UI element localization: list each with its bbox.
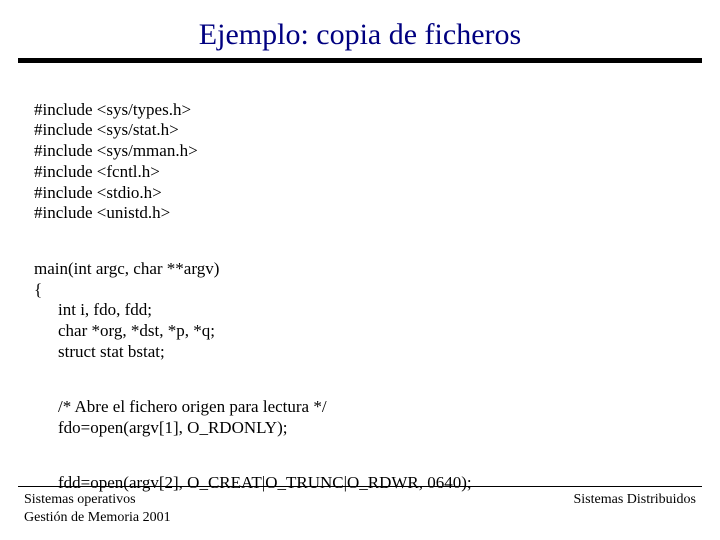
- code-line: struct stat bstat;: [34, 342, 165, 361]
- code-line: {: [34, 280, 42, 299]
- footer-rule: [18, 486, 702, 487]
- main-decl-block: main(int argc, char **argv) { int i, fdo…: [34, 238, 686, 362]
- code-line: int i, fdo, fdd;: [34, 300, 152, 319]
- includes-block: #include <sys/types.h> #include <sys/sta…: [34, 79, 686, 224]
- slide: Ejemplo: copia de ficheros #include <sys…: [0, 0, 720, 540]
- title-rule: [18, 58, 702, 63]
- code-line: #include <fcntl.h>: [34, 162, 160, 181]
- footer-left-line2: Gestión de Memoria 2001: [24, 509, 171, 527]
- code-line: fdo=open(argv[1], O_RDONLY);: [34, 418, 287, 437]
- code-content: #include <sys/types.h> #include <sys/sta…: [0, 79, 720, 494]
- footer-left-line1: Sistemas operativos: [24, 491, 171, 509]
- code-line: #include <sys/stat.h>: [34, 120, 179, 139]
- open-origin-block: /* Abre el fichero origen para lectura *…: [34, 377, 686, 439]
- code-line: char *org, *dst, *p, *q;: [34, 321, 215, 340]
- footer-left: Sistemas operativos Gestión de Memoria 2…: [24, 491, 171, 526]
- code-line: main(int argc, char **argv): [34, 259, 219, 278]
- slide-footer: Sistemas operativos Gestión de Memoria 2…: [0, 486, 720, 526]
- code-line: #include <sys/types.h>: [34, 100, 191, 119]
- code-line: #include <sys/mman.h>: [34, 141, 198, 160]
- code-line: #include <unistd.h>: [34, 203, 170, 222]
- code-line: #include <stdio.h>: [34, 183, 162, 202]
- footer-right: Sistemas Distribuidos: [573, 491, 696, 526]
- footer-row: Sistemas operativos Gestión de Memoria 2…: [24, 491, 696, 526]
- slide-title: Ejemplo: copia de ficheros: [0, 0, 720, 58]
- code-line: /* Abre el fichero origen para lectura *…: [34, 397, 327, 416]
